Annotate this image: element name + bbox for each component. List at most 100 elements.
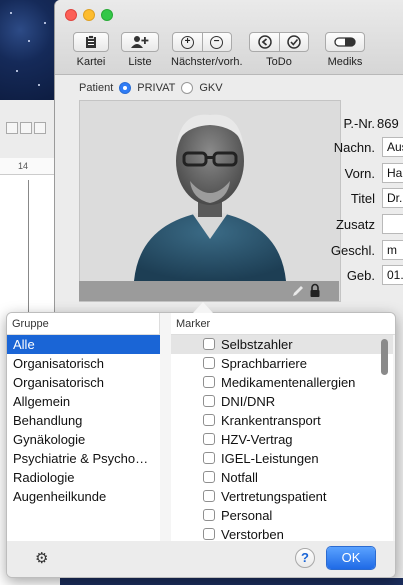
marker-label: Selbstzahler (221, 337, 293, 352)
marker-checkbox[interactable] (203, 357, 215, 369)
photo-toolbar (79, 281, 339, 301)
titel-field[interactable]: Dr. (382, 188, 403, 208)
marker-checkbox[interactable] (203, 338, 215, 350)
group-item[interactable]: Gynäkologie (7, 430, 160, 449)
add-person-icon (131, 36, 149, 48)
todo-back-button[interactable] (251, 33, 279, 51)
todo-label: ToDo (266, 56, 292, 68)
marker-checkbox[interactable] (203, 433, 215, 445)
naechster-vorh-label: Nächster/vorh. (171, 56, 243, 68)
popover-footer: ⚙ ? OK (7, 541, 395, 577)
marker-label: Krankentransport (221, 413, 321, 428)
pill-icon (334, 37, 356, 47)
toolbar-mediks[interactable]: Mediks (325, 32, 365, 68)
marker-item[interactable]: DNI/DNR (171, 392, 393, 411)
marker-label: Notfall (221, 470, 258, 485)
group-item[interactable]: Allgemein (7, 392, 160, 411)
group-item[interactable]: Behandlung (7, 411, 160, 430)
field-label-zusatz: Zusatz (335, 217, 375, 232)
marker-checkbox[interactable] (203, 471, 215, 483)
todo-buttons[interactable] (249, 32, 309, 52)
group-list: Alle Organisatorisch Organisatorisch All… (7, 335, 160, 541)
ruler: 14 (0, 158, 60, 175)
zoom-button[interactable] (101, 9, 113, 21)
nachname-field[interactable]: Aus (382, 137, 403, 157)
naechster-vorh-buttons[interactable]: + − (172, 32, 232, 52)
title-bar: Kartei Liste + − Nächster/vorh. ToDo Med… (55, 0, 403, 75)
format-toolbar (6, 122, 54, 136)
lock-icon[interactable] (309, 283, 321, 298)
vorname-field[interactable]: Ha (382, 163, 403, 183)
back-arrow-icon (257, 35, 272, 49)
marker-checkbox[interactable] (203, 414, 215, 426)
ok-button[interactable]: OK (327, 547, 375, 569)
previous-patient-button[interactable]: − (201, 33, 231, 51)
next-patient-button[interactable]: + (174, 33, 202, 51)
radio-gkv[interactable] (181, 82, 194, 94)
pencil-icon[interactable] (291, 284, 305, 298)
radio-privat[interactable] (119, 82, 132, 94)
group-item[interactable]: Organisatorisch (7, 354, 160, 373)
marker-popover: Gruppe Marker Alle Organisatorisch Organ… (6, 312, 396, 578)
group-item[interactable]: Radiologie (7, 468, 160, 487)
marker-scrollbar[interactable] (381, 339, 388, 375)
toolbar-liste[interactable]: Liste (121, 32, 159, 68)
geschlecht-select[interactable]: m (382, 240, 403, 260)
markers-header: Marker (171, 313, 395, 335)
toolbar-kartei[interactable]: Kartei (73, 32, 109, 68)
field-label-geburtsdatum: Geb. (346, 268, 375, 283)
liste-button[interactable] (121, 32, 159, 52)
marker-item[interactable]: Vertretungspatient (171, 487, 393, 506)
radio-gkv-label[interactable]: GKV (199, 82, 222, 94)
marker-label: Personal (221, 508, 273, 523)
marker-item[interactable]: Personal (171, 506, 393, 525)
kartei-button[interactable] (73, 32, 109, 52)
field-label-pnr: P.-Nr. (343, 116, 375, 131)
marker-item[interactable]: Selbstzahler (171, 335, 393, 354)
marker-checkbox[interactable] (203, 490, 215, 502)
mediks-button[interactable] (325, 32, 365, 52)
marker-label: Medikamentenallergien (221, 375, 356, 390)
marker-label: IGEL-Leistungen (221, 451, 319, 466)
mediks-label: Mediks (327, 56, 363, 68)
avatar (134, 114, 286, 281)
marker-checkbox[interactable] (203, 395, 215, 407)
liste-label: Liste (128, 56, 152, 68)
minimize-button[interactable] (83, 9, 95, 21)
field-label-titel: Titel (350, 191, 375, 206)
marker-item[interactable]: HZV-Vertrag (171, 430, 393, 449)
field-label-vorname: Vorn. (344, 166, 375, 181)
zusatz-field[interactable] (382, 214, 403, 234)
todo-check-button[interactable] (278, 33, 308, 51)
marker-item[interactable]: Medikamentenallergien (171, 373, 393, 392)
marker-item[interactable]: Krankentransport (171, 411, 393, 430)
toolbar-naechster-vorh[interactable]: + − Nächster/vorh. (171, 32, 243, 68)
marker-checkbox[interactable] (203, 452, 215, 464)
help-button[interactable]: ? (295, 548, 315, 568)
marker-checkbox[interactable] (203, 376, 215, 388)
radio-privat-label[interactable]: PRIVAT (137, 82, 175, 94)
field-value-pnr: 869 (377, 116, 399, 131)
group-item[interactable]: Psychiatrie & Psycho… (7, 449, 160, 468)
marker-item[interactable]: IGEL-Leistungen (171, 449, 393, 468)
marker-label: Verstorben (221, 527, 284, 541)
marker-item[interactable]: Notfall (171, 468, 393, 487)
geburtsdatum-field[interactable]: 01. (382, 265, 403, 285)
field-label-geschlecht: Geschl. (330, 243, 375, 258)
marker-checkbox[interactable] (203, 509, 215, 521)
marker-item[interactable]: Verstorben (171, 525, 393, 541)
marker-label: HZV-Vertrag (221, 432, 293, 447)
marker-label: Vertretungspatient (221, 489, 327, 504)
desktop-background (0, 0, 60, 100)
marker-item[interactable]: Sprachbarriere (171, 354, 393, 373)
check-icon (286, 35, 301, 49)
text-cursor (28, 180, 29, 320)
marker-checkbox[interactable] (203, 528, 215, 540)
close-button[interactable] (65, 9, 77, 21)
group-item[interactable]: Augenheilkunde (7, 487, 160, 506)
group-item[interactable]: Alle (7, 335, 160, 354)
group-item[interactable]: Organisatorisch (7, 373, 160, 392)
gear-icon[interactable]: ⚙ (35, 549, 48, 567)
toolbar-todo[interactable]: ToDo (249, 32, 309, 68)
patient-photo[interactable] (79, 100, 341, 302)
